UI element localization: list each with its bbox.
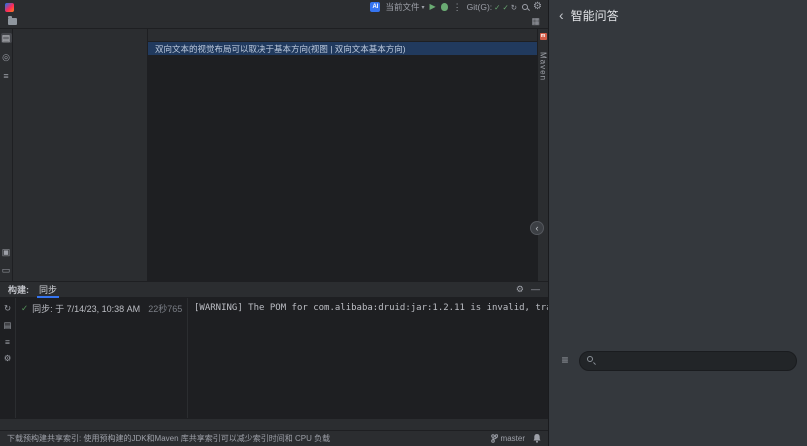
status-bar: 下载预构建共享索引: 使用预构建的JDK和Maven 库共享索引可以减少索引时间…: [0, 430, 548, 446]
minimize-panel-icon[interactable]: —: [531, 284, 540, 295]
project-toolwindow-icon[interactable]: ▤: [1, 33, 12, 43]
branch-icon: [491, 434, 498, 443]
rerun-sync-icon[interactable]: ↻: [4, 303, 11, 314]
back-chevron-icon[interactable]: ‹: [559, 8, 564, 22]
settings-gear-icon[interactable]: ⚙: [533, 2, 542, 12]
feature-button-grid: [549, 30, 807, 46]
assistant-plugin-icon[interactable]: AI: [370, 2, 380, 12]
project-folder-icon: [8, 18, 17, 25]
stripe-bottom-icons: ▣ ▭: [1, 247, 12, 275]
search-everywhere-icon[interactable]: [522, 4, 528, 10]
build-stripe-icon[interactable]: ▣: [1, 247, 12, 257]
assistant-header: ‹ 智能问答: [549, 0, 807, 30]
banner-text: 双向文本的视觉布局可以取决于基本方向(视图 | 双向文本基本方向): [155, 43, 406, 55]
app-logo-icon: [5, 3, 14, 12]
collapse-panel-button[interactable]: ‹: [530, 221, 544, 235]
run-configuration-select[interactable]: 当前文件 ▾: [385, 1, 424, 13]
debug-button[interactable]: [441, 3, 448, 11]
structure-toolwindow-icon[interactable]: ≡: [1, 71, 12, 81]
project-tree-panel: [13, 29, 148, 281]
right-toolwindow-stripe: m Maven ‹: [537, 29, 548, 281]
git-refresh-icon[interactable]: ↻: [511, 3, 517, 12]
run-button[interactable]: ▶: [429, 2, 435, 12]
assistant-title: 智能问答: [571, 7, 619, 24]
build-toolwindow: 构建: 同步 ⚙ — ↻ ▤ ≡ ⚙ ✓ 同步: 于 7/14/23, 10: [0, 281, 548, 418]
build-settings-gear-icon[interactable]: ⚙: [516, 284, 524, 295]
search-input[interactable]: [579, 351, 797, 371]
bidi-text-banner: 双向文本的视觉布局可以取决于基本方向(视图 | 双向文本基本方向): [148, 42, 537, 55]
build-header: 构建: 同步 ⚙ —: [0, 282, 548, 298]
statusbar-widgets: master: [483, 434, 541, 443]
git-label: Git(G):: [467, 2, 493, 12]
run-configuration-label: 当前文件: [385, 1, 419, 13]
search-icon: [587, 356, 593, 362]
ide-main: ▤ ◎ ≡ ▣ ▭ 双向文本的视觉布局可以取决于基本方向(视图 | 双向文本基本…: [0, 29, 548, 281]
assistant-search-row: ≡: [557, 350, 797, 371]
menu-burger-icon[interactable]: ≡: [557, 353, 573, 367]
sync-duration: 22秒765毫秒: [144, 302, 182, 315]
sync-status-text: 同步: 于 7/14/23, 10:38 AM: [32, 302, 140, 315]
screen: AI 当前文件 ▾ ▶ ⋮ Git(G): ✓ ✓ ↻ ⚙: [0, 0, 807, 446]
branch-name: master: [501, 434, 525, 443]
maven-icon[interactable]: m: [540, 33, 547, 40]
left-toolwindow-stripe: ▤ ◎ ≡ ▣ ▭: [0, 29, 13, 281]
statusbar-message-area: 下载预构建共享索引: 使用预构建的JDK和Maven 库共享索引可以减少索引时间…: [7, 433, 475, 444]
layout-icon[interactable]: ▦: [531, 16, 540, 27]
editor-tabs: [148, 29, 537, 42]
menu-bar: AI 当前文件 ▾ ▶ ⋮ Git(G): ✓ ✓ ↻ ⚙: [0, 0, 548, 14]
code-editor[interactable]: [148, 55, 537, 281]
navigation-bar: ▦: [0, 14, 548, 29]
build-toolbar: ↻ ▤ ≡ ⚙: [0, 298, 16, 418]
notifications-bell-icon[interactable]: [533, 434, 541, 443]
maven-toolwindow-label[interactable]: Maven: [539, 52, 548, 81]
editor-area: 双向文本的视觉布局可以取决于基本方向(视图 | 双向文本基本方向): [148, 29, 537, 281]
terminal-stripe-icon[interactable]: ▭: [1, 265, 12, 275]
git-commit-icon[interactable]: ✓: [502, 3, 508, 12]
search-input-wrap: [579, 350, 797, 371]
build-sync-tree: ✓ 同步: 于 7/14/23, 10:38 AM 22秒765毫秒: [16, 298, 188, 418]
shared-indexes-message: 下载预构建共享索引: 使用预构建的JDK和Maven 库共享索引可以减少索引时间…: [7, 433, 330, 444]
ide-window: AI 当前文件 ▾ ▶ ⋮ Git(G): ✓ ✓ ↻ ⚙: [0, 0, 548, 446]
toolwindow-bar: [0, 418, 548, 430]
expand-all-icon[interactable]: ▤: [3, 320, 11, 331]
build-tab-sync[interactable]: 同步: [37, 282, 59, 298]
collapse-all-icon[interactable]: ≡: [5, 337, 10, 347]
toolbar-right: AI 当前文件 ▾ ▶ ⋮ Git(G): ✓ ✓ ↻ ⚙: [370, 0, 545, 14]
success-check-icon: ✓: [21, 303, 28, 314]
build-log-line: [WARNING] The POM for com.alibaba:druid:…: [194, 303, 548, 313]
git-update-icon[interactable]: ✓: [494, 3, 500, 12]
assistant-panel: ‹ 智能问答 ≡: [548, 0, 807, 446]
chevron-down-icon: ▾: [421, 4, 424, 11]
more-actions-icon[interactable]: ⋮: [453, 2, 462, 13]
build-header-icons: ⚙ —: [516, 284, 540, 295]
build-log[interactable]: [WARNING] The POM for com.alibaba:druid:…: [188, 298, 548, 418]
navbar-right: ▦: [531, 16, 540, 27]
git-widget[interactable]: Git(G): ✓ ✓ ↻: [467, 2, 517, 12]
build-filter-icon[interactable]: ⚙: [4, 353, 12, 364]
git-branch-widget[interactable]: master: [491, 434, 525, 443]
sync-result-row[interactable]: ✓ 同步: 于 7/14/23, 10:38 AM 22秒765毫秒: [21, 302, 182, 315]
build-title: 构建:: [8, 283, 29, 296]
build-body: ↻ ▤ ≡ ⚙ ✓ 同步: 于 7/14/23, 10:38 AM 22秒765…: [0, 298, 548, 418]
commit-toolwindow-icon[interactable]: ◎: [1, 52, 12, 62]
